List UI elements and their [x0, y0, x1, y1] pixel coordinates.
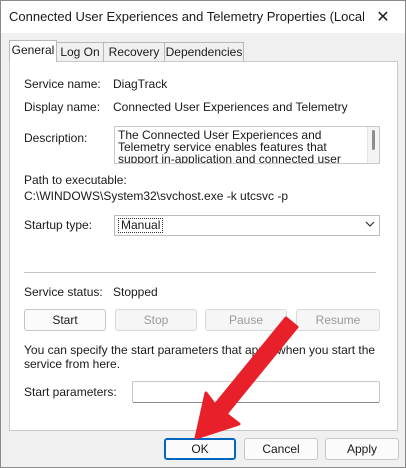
display-name-label: Display name:	[24, 100, 101, 114]
divider	[24, 272, 376, 273]
ok-button[interactable]: OK	[164, 438, 236, 460]
description-box[interactable]: The Connected User Experiences and Telem…	[114, 126, 380, 164]
startup-type-value: Manual	[118, 218, 164, 233]
tab-log-on[interactable]: Log On	[56, 42, 104, 61]
description-scrollbar[interactable]	[367, 127, 379, 163]
resume-button[interactable]: Resume	[296, 309, 380, 331]
general-tab-panel: Service name: DiagTrack Display name: Co…	[9, 61, 398, 431]
startup-type-label: Startup type:	[24, 218, 93, 232]
scrollbar-thumb[interactable]	[372, 130, 375, 150]
service-name-label: Service name:	[24, 77, 101, 91]
tab-recovery[interactable]: Recovery	[103, 42, 165, 61]
window-title: Connected User Experiences and Telemetry…	[9, 9, 364, 24]
path-value: C:\WINDOWS\System32\svchost.exe -k utcsv…	[24, 189, 289, 203]
start-params-hint: You can specify the start parameters tha…	[24, 343, 376, 371]
start-params-label: Start parameters:	[24, 385, 117, 399]
service-status-label: Service status:	[24, 285, 103, 299]
service-properties-window: Connected User Experiences and Telemetry…	[0, 0, 406, 468]
title-bar[interactable]: Connected User Experiences and Telemetry…	[1, 1, 405, 33]
service-name-value: DiagTrack	[113, 77, 168, 91]
display-name-value: Connected User Experiences and Telemetry	[113, 100, 348, 114]
path-label: Path to executable:	[24, 173, 127, 187]
close-button[interactable]: ✕	[361, 1, 405, 33]
pause-button[interactable]: Pause	[205, 309, 287, 331]
apply-button[interactable]: Apply	[325, 438, 399, 460]
description-label: Description:	[24, 131, 88, 145]
service-status-value: Stopped	[113, 285, 158, 299]
start-button[interactable]: Start	[24, 309, 106, 331]
start-params-input[interactable]	[132, 381, 380, 403]
tab-dependencies[interactable]: Dependencies	[164, 42, 244, 61]
chevron-down-icon	[365, 219, 375, 232]
tab-general[interactable]: General	[9, 40, 57, 62]
startup-type-select[interactable]: Manual	[114, 215, 380, 236]
cancel-button[interactable]: Cancel	[244, 438, 318, 460]
stop-button[interactable]: Stop	[115, 309, 197, 331]
description-text: The Connected User Experiences and Telem…	[118, 128, 341, 164]
close-icon: ✕	[376, 9, 390, 26]
